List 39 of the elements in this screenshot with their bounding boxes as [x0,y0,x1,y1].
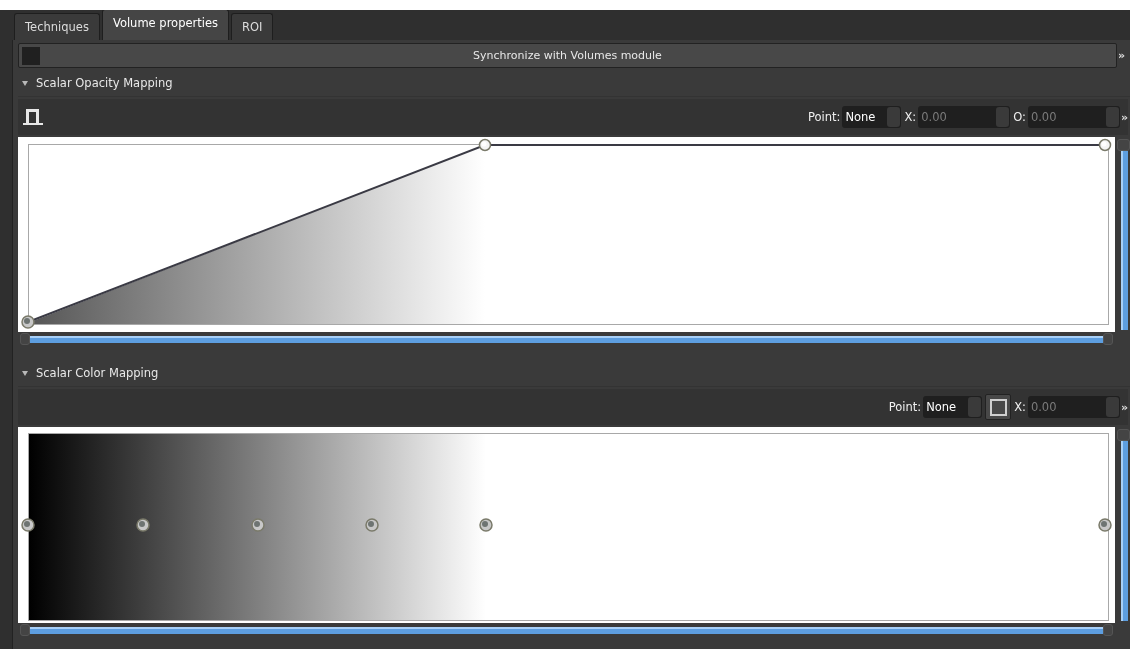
section-title: Scalar Opacity Mapping [36,76,173,90]
step-function-icon[interactable] [22,108,44,126]
section-title: Scalar Color Mapping [36,366,159,380]
control-point [251,518,265,532]
sync-label: Synchronize with Volumes module [472,49,663,62]
field-label: X: [904,110,917,124]
more-button[interactable]: » [1120,110,1128,124]
sync-button[interactable]: Synchronize with Volumes module [18,43,1117,68]
field-label: X: [1014,400,1026,414]
spin-box[interactable]: None [842,106,902,128]
tab[interactable]: Techniques [14,13,100,40]
field-label: Point: [807,110,841,124]
slider-handle[interactable] [20,624,30,636]
range-slider[interactable] [18,623,1115,637]
tab[interactable]: ROI [231,13,274,40]
spin-box[interactable]: None [923,396,983,418]
more-button[interactable]: » [1118,49,1126,62]
collapse-arrow-icon[interactable] [22,80,28,86]
checkbox[interactable] [22,46,40,65]
slider-handle[interactable] [20,333,30,345]
field-label: Point: [888,400,922,414]
control-point [365,518,379,532]
range-slider[interactable] [1117,427,1130,623]
tab[interactable]: Volume properties [101,10,230,40]
color-swatch-button[interactable] [985,394,1012,420]
slider-handle[interactable] [1103,333,1113,345]
slider-handle[interactable] [1117,139,1130,151]
slider-handle[interactable] [1117,429,1130,441]
control-point [1098,518,1112,532]
control-point [136,518,150,532]
control-point [21,518,35,532]
field-label: O: [1013,110,1026,124]
range-slider[interactable] [18,332,1115,346]
slider-handle[interactable] [1103,624,1113,636]
range-slider[interactable] [1117,137,1130,332]
control-point [21,315,35,329]
collapse-arrow-icon[interactable] [22,370,28,376]
control-point [479,518,493,532]
more-button[interactable]: » [1120,400,1128,414]
